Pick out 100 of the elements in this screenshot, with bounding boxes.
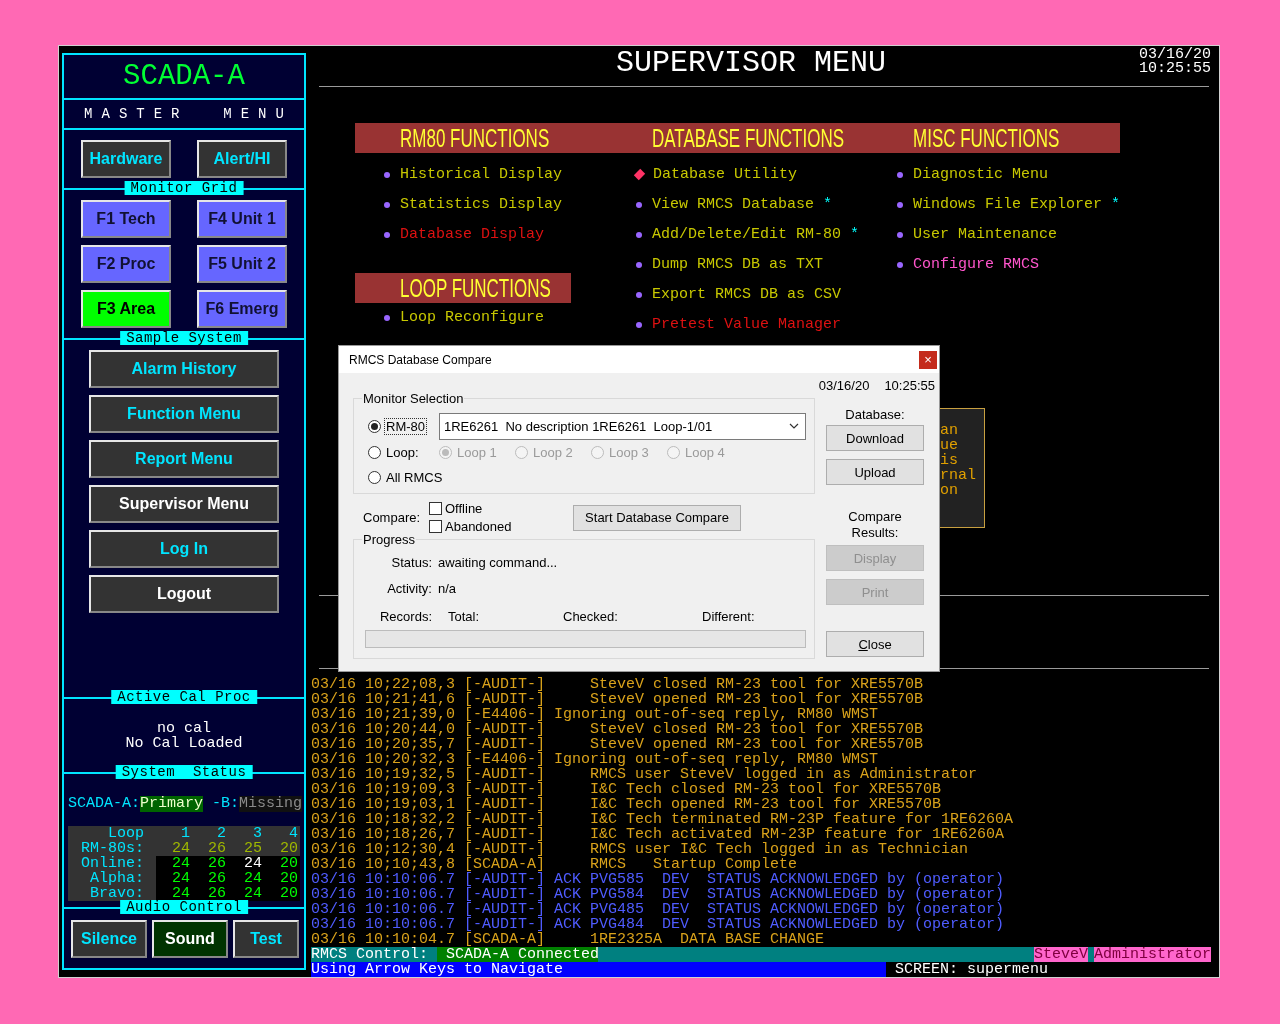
- menu-item[interactable]: Statistics Display: [400, 196, 563, 214]
- menu-item[interactable]: Windows File Explorer: [913, 196, 1103, 214]
- section-heading: DATABASE FUNCTIONS: [652, 122, 845, 153]
- server-state: Missing: [239, 796, 303, 812]
- section-label: Audio Control: [120, 900, 248, 914]
- menu-item[interactable]: Configure RMCS: [913, 256, 1040, 274]
- menu-item[interactable]: Add/Delete/Edit RM-80: [652, 226, 842, 244]
- menu-item[interactable]: Database Utility: [653, 166, 798, 184]
- radio-label[interactable]: All RMCS: [384, 468, 445, 486]
- table-row-label: Alpha:: [68, 871, 156, 886]
- log-line: 03/16 10;21;41,6 [-AUDIT-] SteveV opened RM-23 tool for XRE5570B: [311, 692, 925, 707]
- device-dropdown[interactable]: 1RE6261 No description 1RE6261 Loop-1/01: [439, 412, 806, 440]
- menu-item[interactable]: View RMCS Database: [652, 196, 815, 214]
- menu-button[interactable]: Supervisor Menu: [89, 485, 279, 523]
- menu-button[interactable]: Alarm History: [89, 350, 279, 388]
- checkbox-label[interactable]: Offline: [445, 501, 483, 516]
- log-line: 03/16 10;19;32,5 [-AUDIT-] RMCS user SteveV logged in as Administrator: [311, 767, 979, 782]
- field-label: Compare:: [362, 510, 422, 525]
- log-line: 03/16 10;19;09,3 [-AUDIT-] I&C Tech closed RM-23 tool for XRE5570B: [311, 782, 943, 797]
- note-mark: *: [850, 226, 860, 244]
- connection-status: SCADA-A Connected: [437, 947, 599, 962]
- section-heading: RM80 FUNCTIONS: [400, 122, 550, 153]
- date-text: 03/16/20: [1139, 48, 1211, 62]
- table-cell: 20: [264, 871, 300, 886]
- table-cell: 24: [228, 886, 264, 901]
- log-line: 03/16 10;20;35,7 [-AUDIT-] SteveV opened RM-23 tool for XRE5570B: [311, 737, 925, 752]
- menu-button[interactable]: Alert/HI: [197, 140, 287, 178]
- log-line: 03/16 10;10;43,8 [SCADA-A] RMCS Startup Complete: [311, 857, 798, 872]
- table-cell: 25: [228, 841, 264, 856]
- radio-label[interactable]: RM-80: [384, 417, 427, 435]
- section-heading: MISC FUNCTIONS: [913, 122, 1060, 153]
- close-button[interactable]: Close: [826, 631, 924, 657]
- panel-text: rnal: [940, 468, 977, 483]
- grid-button[interactable]: F1 Tech: [81, 200, 171, 238]
- table-row-label: RM-80s:: [68, 841, 156, 856]
- menu-item[interactable]: Export RMCS DB as CSV: [652, 286, 842, 304]
- checkbox[interactable]: [429, 520, 442, 533]
- activity-value: n/a: [438, 580, 457, 596]
- status-label: RMCS Control:: [311, 947, 429, 962]
- grid-button[interactable]: F6 Emerg: [197, 290, 287, 328]
- log-line: 03/16 10;19;03,1 [-AUDIT-] I&C Tech opened RM-23 tool for XRE5570B: [311, 797, 943, 812]
- radio-button[interactable]: [368, 470, 381, 484]
- radio-button[interactable]: [368, 445, 381, 459]
- app-title: SCADA-A: [123, 60, 245, 93]
- close-button[interactable]: ×: [919, 350, 937, 369]
- log-line: 03/16 10:10:04.7 [SCADA-A] 1RE2325A DATA BASE CHANGE: [311, 932, 826, 947]
- menu-button[interactable]: Hardware: [81, 140, 171, 178]
- audio-button[interactable]: Sound: [152, 920, 228, 958]
- field-label: Checked:: [563, 608, 619, 624]
- menu-item[interactable]: Dump RMCS DB as TXT: [652, 256, 824, 274]
- log-line: 03/16 10:10:06.7 [-AUDIT-] ACK PVG484 DEV STATUS ACKNOWLEDGED by (operator): [311, 917, 1006, 932]
- log-line: 03/16 10;18;32,2 [-AUDIT-] I&C Tech terminated RM-23P feature for 1RE6260A: [311, 812, 1015, 827]
- table-cell: 24: [228, 871, 264, 886]
- chevron-icon: [789, 423, 799, 429]
- panel-text: an: [940, 423, 959, 438]
- time-text: 10:25:55: [884, 378, 935, 393]
- checkbox-label[interactable]: Abandoned: [445, 519, 512, 534]
- log-line: 03/16 10;20;44,0 [-AUDIT-] SteveV closed RM-23 tool for XRE5570B: [311, 722, 925, 737]
- note-mark: *: [823, 196, 833, 214]
- menu-item[interactable]: Loop Reconfigure: [400, 309, 545, 327]
- table-cell: 24: [156, 871, 192, 886]
- note-mark: *: [1111, 196, 1121, 214]
- server-state: Primary: [140, 796, 204, 812]
- field-label: Database:: [845, 407, 905, 423]
- field-label: Status:: [390, 554, 432, 570]
- user-role: Administrator: [1093, 947, 1211, 962]
- table-cell: 1: [156, 826, 192, 841]
- audio-button[interactable]: Test: [233, 920, 299, 958]
- start-compare-button[interactable]: Start Database Compare: [573, 504, 741, 531]
- grid-button[interactable]: F4 Unit 1: [197, 200, 287, 238]
- menu-button[interactable]: Log In: [89, 530, 279, 568]
- menu-button[interactable]: Function Menu: [89, 395, 279, 433]
- menu-item[interactable]: Pretest Value Manager: [652, 316, 842, 334]
- menu-button[interactable]: Report Menu: [89, 440, 279, 478]
- section-label: Monitor Grid: [124, 181, 244, 195]
- database-button[interactable]: Download: [826, 425, 924, 451]
- calibration-text: No Cal Loaded: [125, 736, 243, 751]
- server-label: -B:: [212, 796, 240, 812]
- user-name: SteveV: [1033, 947, 1088, 962]
- calibration-text: no cal: [157, 721, 211, 736]
- menu-item[interactable]: Database Display: [400, 226, 545, 244]
- table-cell: 26: [192, 871, 228, 886]
- section-label: Active Cal Proc: [111, 690, 257, 704]
- menu-button[interactable]: Logout: [89, 575, 279, 613]
- grid-button[interactable]: F2 Proc: [81, 245, 171, 283]
- menu-item[interactable]: User Maintenance: [913, 226, 1058, 244]
- radio-button[interactable]: [368, 419, 381, 433]
- grid-button[interactable]: F3 Area: [81, 290, 171, 328]
- database-button[interactable]: Upload: [826, 459, 924, 485]
- table-cell: 24: [228, 856, 264, 871]
- audio-button[interactable]: Silence: [71, 920, 147, 958]
- table-row-label: Bravo:: [68, 886, 156, 901]
- menu-item[interactable]: Historical Display: [400, 166, 563, 184]
- hint-text: Using Arrow Keys to Navigate: [311, 962, 886, 977]
- menu-item[interactable]: Diagnostic Menu: [913, 166, 1049, 184]
- radio-label[interactable]: Loop:: [384, 443, 421, 461]
- grid-button[interactable]: F5 Unit 2: [197, 245, 287, 283]
- checkbox[interactable]: [429, 502, 442, 515]
- time-text: 10:25:55: [1139, 62, 1211, 76]
- field-label: Total:: [448, 608, 481, 624]
